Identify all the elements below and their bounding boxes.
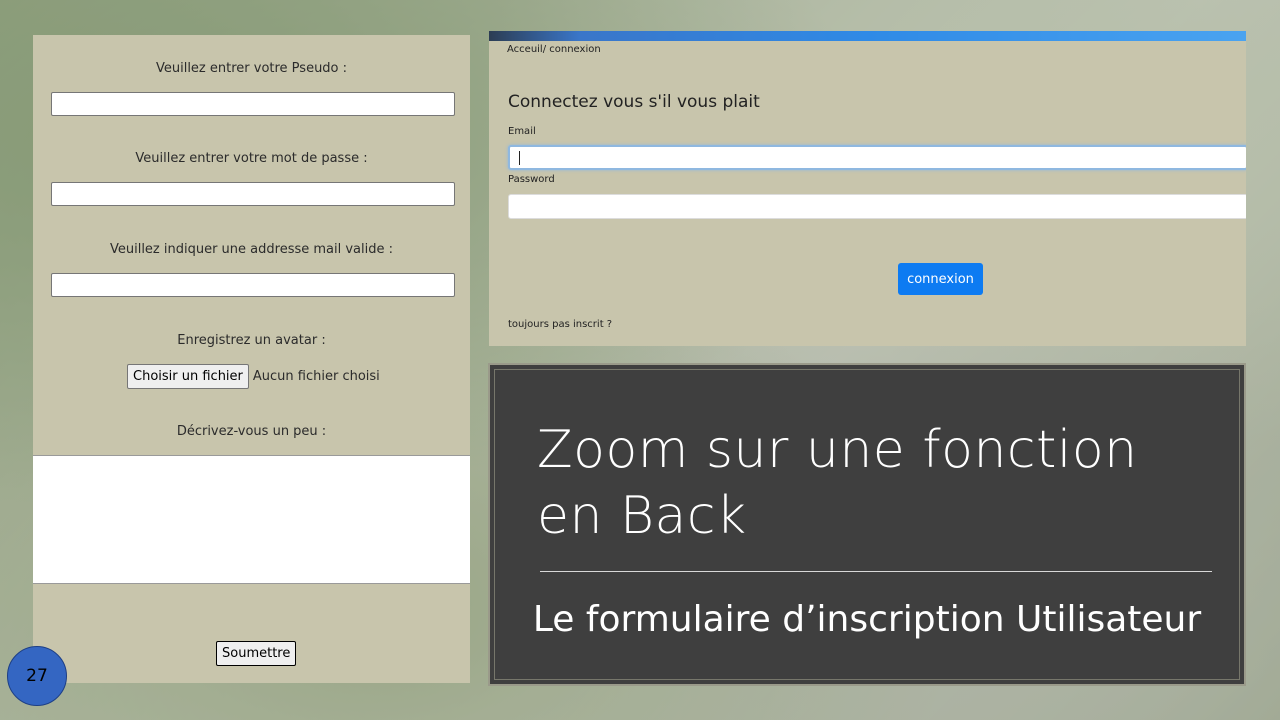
avatar-file-picker: Choisir un fichier Aucun fichier choisi xyxy=(127,364,380,389)
login-title: Connectez vous s'il vous plait xyxy=(508,92,760,112)
password-field-label: Password xyxy=(508,174,555,185)
slide-title-line1: Zoom sur une fonction xyxy=(537,420,1138,480)
password-field[interactable] xyxy=(508,194,1246,219)
password-input[interactable] xyxy=(51,182,455,206)
title-divider xyxy=(540,571,1212,572)
email-input[interactable] xyxy=(51,273,455,297)
connexion-button[interactable]: connexion xyxy=(898,263,983,295)
email-field-label: Email xyxy=(508,126,536,137)
email-field[interactable] xyxy=(508,145,1246,170)
avatar-label: Enregistrez un avatar : xyxy=(177,333,326,348)
pseudo-label: Veuillez entrer votre Pseudo : xyxy=(155,61,348,76)
text-caret xyxy=(519,151,520,165)
login-form: Acceuil/ connexion Connectez vous s'il v… xyxy=(489,31,1246,346)
description-textarea[interactable] xyxy=(33,455,470,584)
slide-title: Zoom sur une fonction en Back xyxy=(537,417,1197,549)
password-label: Veuillez entrer votre mot de passe : xyxy=(135,151,368,166)
breadcrumb[interactable]: Acceuil/ connexion xyxy=(507,44,601,55)
email-label: Veuillez indiquer une addresse mail vali… xyxy=(109,242,394,257)
page-number-badge: 27 xyxy=(7,646,67,706)
registration-form: Veuillez entrer votre Pseudo : Veuillez … xyxy=(33,35,470,683)
slide-title-box: Zoom sur une fonction en Back Le formula… xyxy=(488,363,1246,686)
file-status: Aucun fichier choisi xyxy=(252,369,380,384)
navbar-strip xyxy=(489,31,1246,41)
describe-label: Décrivez-vous un peu : xyxy=(176,424,327,439)
choose-file-button[interactable]: Choisir un fichier xyxy=(127,364,249,389)
slide-title-line2: en Back xyxy=(537,486,747,546)
slide-subtitle: Le formulaire d’inscription Utilisateur xyxy=(532,599,1202,640)
pseudo-input[interactable] xyxy=(51,92,455,116)
signup-link[interactable]: toujours pas inscrit ? xyxy=(508,319,612,330)
submit-button[interactable]: Soumettre xyxy=(216,641,297,666)
